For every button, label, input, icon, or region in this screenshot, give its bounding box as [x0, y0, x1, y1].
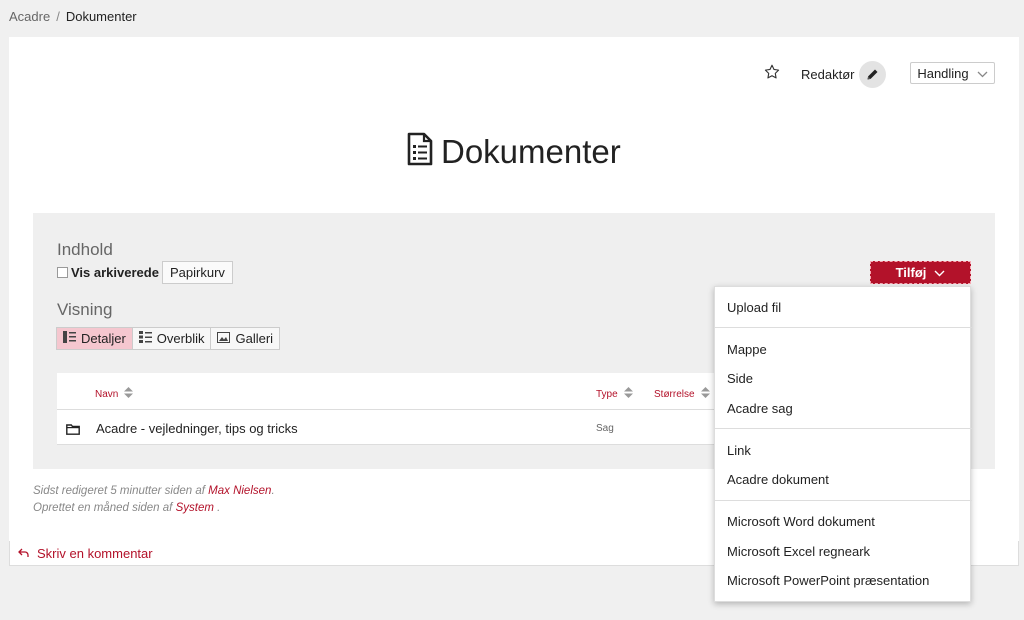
- show-archived-checkbox[interactable]: Vis arkiverede: [57, 265, 159, 280]
- column-type-label: Type: [596, 388, 618, 400]
- menu-item-link[interactable]: Link: [727, 443, 751, 458]
- column-header-name[interactable]: Navn: [95, 387, 134, 401]
- add-button[interactable]: Tilføj: [870, 261, 971, 284]
- breadcrumb-separator: /: [56, 9, 60, 24]
- menu-item-folder[interactable]: Mappe: [727, 342, 767, 357]
- breadcrumb-current: Dokumenter: [65, 9, 137, 24]
- column-header-size[interactable]: Størrelse: [654, 387, 710, 401]
- editor-label: Redaktør: [801, 67, 855, 82]
- menu-divider: [715, 428, 972, 429]
- sort-icon: [623, 387, 633, 401]
- column-size-label: Størrelse: [654, 388, 695, 400]
- row-type: Sag: [596, 423, 614, 434]
- created-prefix: Oprettet en måned siden af: [33, 502, 173, 514]
- menu-divider: [715, 327, 972, 328]
- reply-icon: [18, 546, 29, 561]
- view-details-label: Detaljer: [81, 331, 126, 346]
- view-gallery-label: Galleri: [235, 331, 274, 346]
- created-info: Oprettet en måned siden af System .: [33, 502, 220, 514]
- content-heading: Indhold: [57, 240, 113, 259]
- action-label: Handling: [917, 65, 969, 81]
- show-archived-label: Vis arkiverede: [71, 265, 159, 280]
- table-row[interactable]: Acadre - vejledninger, tips og tricks Sa…: [57, 409, 717, 445]
- menu-divider: [715, 500, 972, 501]
- star-icon[interactable]: [763, 63, 781, 81]
- edited-prefix: Sidst redigeret 5 minutter siden af: [33, 485, 205, 497]
- view-overview-button[interactable]: Overblik: [133, 328, 212, 349]
- image-icon: [217, 331, 231, 346]
- menu-item-upload-file[interactable]: Upload fil: [727, 300, 781, 315]
- edited-info: Sidst redigeret 5 minutter siden af Max …: [33, 485, 275, 497]
- breadcrumb-root-link[interactable]: Acadre: [9, 9, 50, 24]
- menu-item-acadre-case[interactable]: Acadre sag: [727, 401, 793, 416]
- view-gallery-button[interactable]: Galleri: [211, 328, 279, 349]
- view-overview-label: Overblik: [156, 331, 205, 346]
- trash-button[interactable]: Papirkurv: [162, 261, 233, 284]
- breadcrumb: Acadre / Dokumenter: [9, 9, 137, 24]
- column-name-label: Navn: [95, 388, 119, 400]
- write-comment-link[interactable]: Skriv en kommentar: [18, 546, 153, 561]
- checkbox-box[interactable]: [57, 267, 68, 278]
- document-list-icon: [406, 132, 433, 171]
- menu-item-powerpoint-presentation[interactable]: Microsoft PowerPoint præsentation: [727, 573, 929, 588]
- view-switcher: Detaljer Overblik Galleri: [56, 327, 281, 350]
- edited-by-link[interactable]: Max Nielsen: [208, 485, 271, 497]
- view-details-button[interactable]: Detaljer: [57, 328, 133, 349]
- created-suffix: .: [217, 502, 221, 514]
- page-title: Dokumenter: [406, 132, 621, 171]
- pencil-icon[interactable]: [859, 61, 886, 88]
- menu-item-word-document[interactable]: Microsoft Word dokument: [727, 514, 875, 529]
- action-dropdown-button[interactable]: Handling: [910, 62, 995, 84]
- write-comment-label: Skriv en kommentar: [37, 546, 153, 561]
- chevron-down-icon: [934, 265, 945, 280]
- column-header-type[interactable]: Type: [596, 387, 633, 401]
- menu-item-excel-spreadsheet[interactable]: Microsoft Excel regneark: [727, 544, 870, 559]
- folder-icon: [66, 422, 80, 440]
- view-heading: Visning: [57, 300, 113, 319]
- add-label: Tilføj: [895, 265, 927, 280]
- page-title-text: Dokumenter: [441, 132, 621, 170]
- sort-icon: [124, 387, 134, 401]
- documents-table: Navn Type Størrelse Acadre - vejledninge…: [57, 373, 717, 445]
- menu-item-acadre-document[interactable]: Acadre dokument: [727, 472, 829, 487]
- menu-item-page[interactable]: Side: [727, 371, 753, 386]
- chevron-down-icon: [977, 66, 988, 81]
- edited-suffix: .: [271, 485, 275, 497]
- details-list-icon: [63, 331, 76, 346]
- created-by-link[interactable]: System: [176, 502, 214, 514]
- sort-icon: [700, 387, 710, 401]
- row-name-link[interactable]: Acadre - vejledninger, tips og tricks: [96, 421, 298, 436]
- overview-list-icon: [138, 331, 152, 346]
- add-dropdown-menu: Upload fil Mappe Side Acadre sag Link Ac…: [714, 286, 972, 602]
